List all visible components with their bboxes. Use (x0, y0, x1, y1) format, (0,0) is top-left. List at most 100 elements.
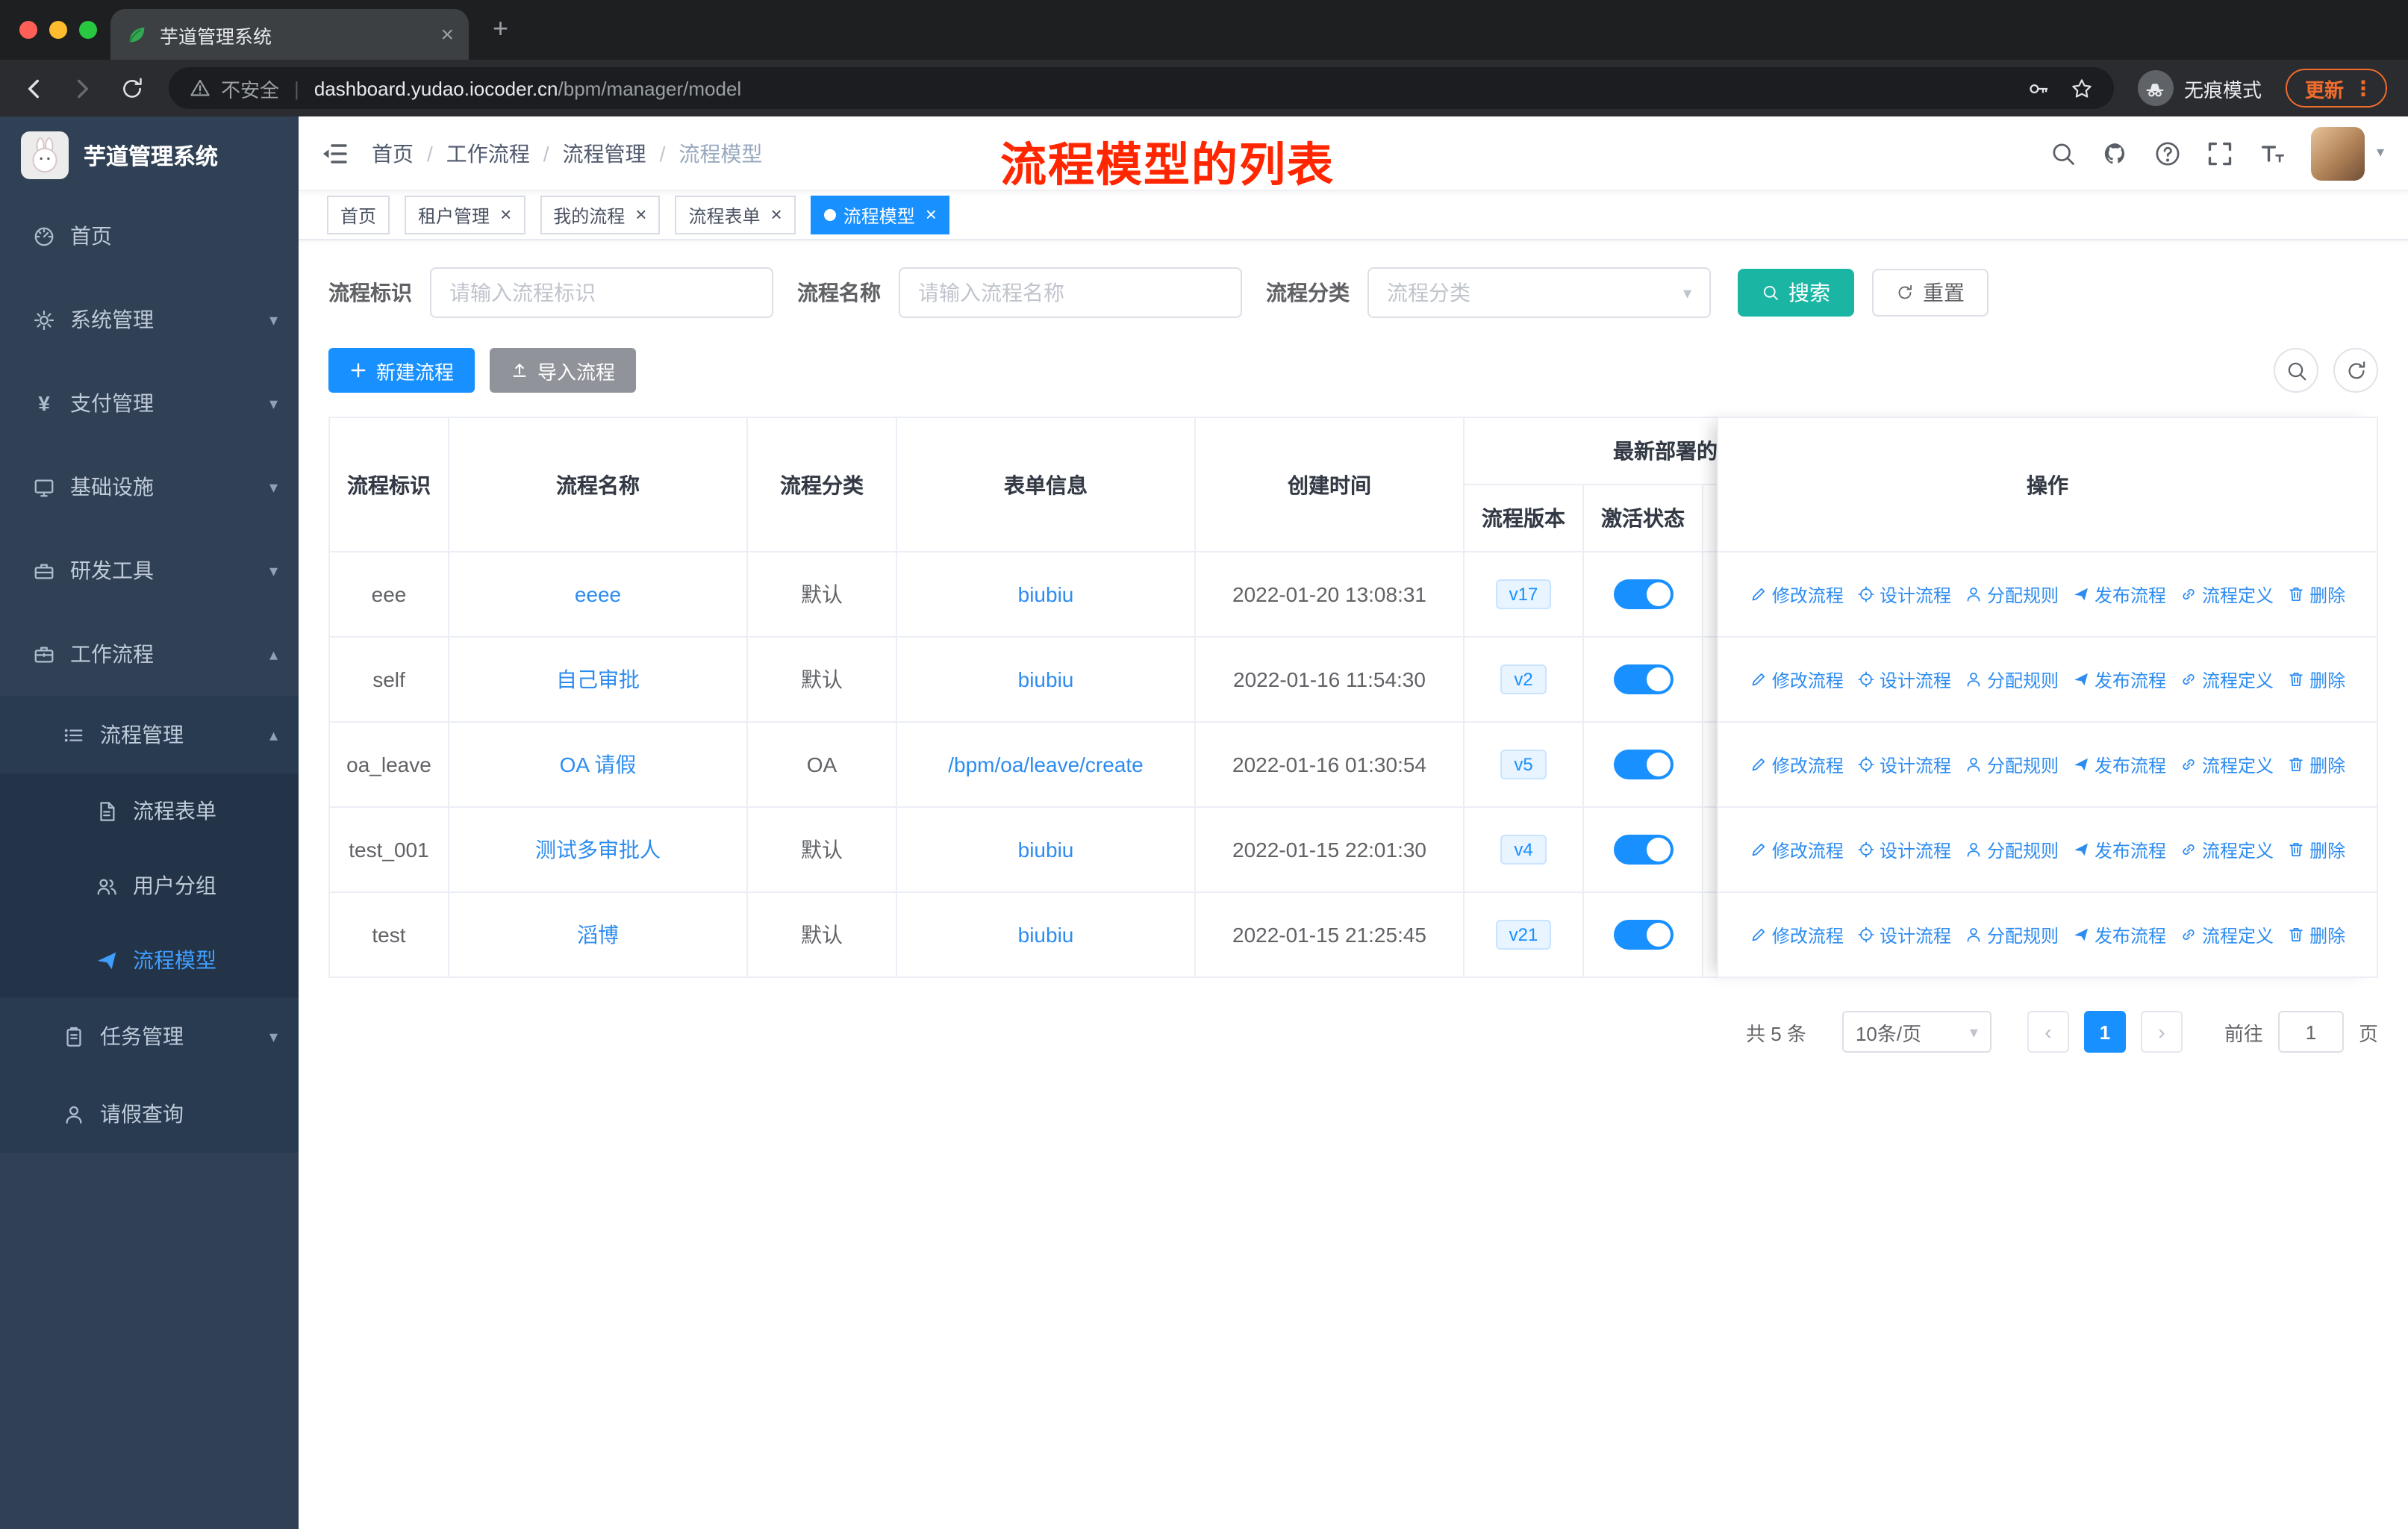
user-avatar[interactable] (2310, 126, 2365, 180)
action-delete-link[interactable]: 删除 (2287, 752, 2345, 777)
action-modify-link[interactable]: 修改流程 (1750, 752, 1844, 777)
action-publish-link[interactable]: 发布流程 (2072, 582, 2166, 607)
prev-page-button[interactable]: ‹ (2027, 1011, 2069, 1053)
sidebar-item-system[interactable]: 系统管理 ▾ (0, 278, 299, 361)
process-name-link[interactable]: 滔博 (577, 920, 619, 950)
form-info-link[interactable]: biubiu (1018, 667, 1074, 691)
github-icon[interactable] (2102, 140, 2129, 166)
bookmark-star-icon[interactable] (2071, 77, 2093, 99)
page-1-button[interactable]: 1 (2083, 1011, 2126, 1053)
view-tag-0[interactable]: 首页 (327, 196, 390, 234)
process-name-link[interactable]: 自己审批 (556, 664, 640, 694)
action-definition-link[interactable]: 流程定义 (2180, 582, 2274, 607)
process-name-input[interactable] (899, 267, 1242, 318)
window-zoom-button[interactable] (79, 21, 97, 39)
sidebar-item-payment[interactable]: ¥ 支付管理 ▾ (0, 361, 299, 445)
view-tag-2[interactable]: 我的流程 × (540, 196, 661, 234)
process-name-link[interactable]: eeee (575, 582, 621, 606)
browser-tab[interactable]: 芋道管理系统 × (110, 9, 469, 60)
view-tag-1[interactable]: 租户管理 × (405, 196, 525, 234)
action-definition-link[interactable]: 流程定义 (2180, 922, 2274, 947)
search-icon[interactable] (2050, 140, 2077, 166)
process-key-input[interactable] (430, 267, 773, 318)
action-publish-link[interactable]: 发布流程 (2072, 752, 2166, 777)
action-assign-link[interactable]: 分配规则 (1965, 922, 2059, 947)
action-publish-link[interactable]: 发布流程 (2072, 667, 2166, 692)
action-publish-link[interactable]: 发布流程 (2072, 837, 2166, 862)
breadcrumb-home[interactable]: 首页 (372, 138, 414, 168)
action-modify-link[interactable]: 修改流程 (1750, 582, 1844, 607)
action-design-link[interactable]: 设计流程 (1857, 667, 1951, 692)
forward-icon[interactable] (70, 75, 96, 101)
kebab-menu-icon[interactable]: ⋮ (2353, 75, 2374, 101)
close-icon[interactable]: × (926, 205, 937, 224)
key-icon[interactable] (2027, 77, 2050, 99)
sidebar-item-process-model[interactable]: 流程模型 (0, 923, 299, 997)
sidebar-item-dev-tools[interactable]: 研发工具 ▾ (0, 529, 299, 612)
form-info-link[interactable]: /bpm/oa/leave/create (948, 753, 1144, 776)
view-tag-3[interactable]: 流程表单 × (675, 196, 796, 234)
action-assign-link[interactable]: 分配规则 (1965, 837, 2059, 862)
browser-update-button[interactable]: 更新 ⋮ (2285, 69, 2387, 108)
close-icon[interactable]: × (500, 205, 511, 224)
action-delete-link[interactable]: 删除 (2287, 667, 2345, 692)
process-name-link[interactable]: 测试多审批人 (535, 835, 661, 865)
sidebar-item-process-form[interactable]: 流程表单 (0, 773, 299, 848)
sidebar-item-process-management[interactable]: 流程管理 ▴ (0, 696, 299, 773)
action-assign-link[interactable]: 分配规则 (1965, 667, 2059, 692)
action-modify-link[interactable]: 修改流程 (1750, 837, 1844, 862)
action-design-link[interactable]: 设计流程 (1857, 582, 1951, 607)
next-page-button[interactable]: › (2140, 1011, 2183, 1053)
import-process-button[interactable]: 导入流程 (490, 348, 637, 393)
form-info-link[interactable]: biubiu (1018, 838, 1074, 862)
action-design-link[interactable]: 设计流程 (1857, 752, 1951, 777)
action-definition-link[interactable]: 流程定义 (2180, 667, 2274, 692)
reset-button[interactable]: 重置 (1872, 269, 1989, 317)
fullscreen-icon[interactable] (2206, 140, 2233, 166)
action-assign-link[interactable]: 分配规则 (1965, 582, 2059, 607)
action-publish-link[interactable]: 发布流程 (2072, 922, 2166, 947)
action-modify-link[interactable]: 修改流程 (1750, 922, 1844, 947)
active-toggle[interactable] (1613, 664, 1673, 694)
goto-page-input[interactable] (2277, 1011, 2344, 1053)
help-icon[interactable] (2154, 140, 2181, 166)
window-minimize-button[interactable] (49, 21, 67, 39)
address-bar[interactable]: 不安全 | dashboard.yudao.iocoder.cn/bpm/man… (169, 67, 2114, 109)
active-toggle[interactable] (1613, 835, 1673, 865)
action-delete-link[interactable]: 删除 (2287, 837, 2345, 862)
sidebar-toggle-icon[interactable] (319, 138, 349, 168)
new-tab-button[interactable]: + (493, 13, 508, 43)
tab-close-icon[interactable]: × (440, 23, 454, 46)
app-logo[interactable]: 芋道管理系统 (0, 116, 299, 194)
action-definition-link[interactable]: 流程定义 (2180, 752, 2274, 777)
active-toggle[interactable] (1613, 920, 1673, 950)
action-delete-link[interactable]: 删除 (2287, 582, 2345, 607)
category-select[interactable]: 流程分类 ▾ (1367, 267, 1711, 318)
create-process-button[interactable]: 新建流程 (328, 348, 475, 393)
sidebar-item-leave-query[interactable]: 请假查询 (0, 1075, 299, 1153)
action-design-link[interactable]: 设计流程 (1857, 922, 1951, 947)
active-toggle[interactable] (1613, 579, 1673, 609)
action-definition-link[interactable]: 流程定义 (2180, 837, 2274, 862)
breadcrumb-process-management[interactable]: 流程管理 (563, 138, 646, 168)
form-info-link[interactable]: biubiu (1018, 582, 1074, 606)
process-name-link[interactable]: OA 请假 (560, 750, 637, 779)
sidebar-item-task-management[interactable]: 任务管理 ▾ (0, 997, 299, 1075)
show-search-button[interactable] (2274, 348, 2318, 393)
font-size-icon[interactable] (2259, 140, 2286, 166)
refresh-table-button[interactable] (2333, 348, 2378, 393)
form-info-link[interactable]: biubiu (1018, 923, 1074, 947)
close-icon[interactable]: × (771, 205, 782, 224)
close-icon[interactable]: × (635, 205, 646, 224)
breadcrumb-workflow[interactable]: 工作流程 (446, 138, 530, 168)
active-toggle[interactable] (1613, 750, 1673, 779)
action-modify-link[interactable]: 修改流程 (1750, 667, 1844, 692)
sidebar-item-workflow[interactable]: 工作流程 ▴ (0, 612, 299, 696)
window-close-button[interactable] (19, 21, 37, 39)
back-icon[interactable] (21, 75, 46, 101)
action-assign-link[interactable]: 分配规则 (1965, 752, 2059, 777)
search-button[interactable]: 搜索 (1738, 269, 1854, 317)
view-tag-4[interactable]: 流程模型 × (810, 196, 950, 234)
sidebar-item-home[interactable]: 首页 (0, 194, 299, 278)
page-size-select[interactable]: 10条/页 ▾ (1841, 1011, 1991, 1053)
